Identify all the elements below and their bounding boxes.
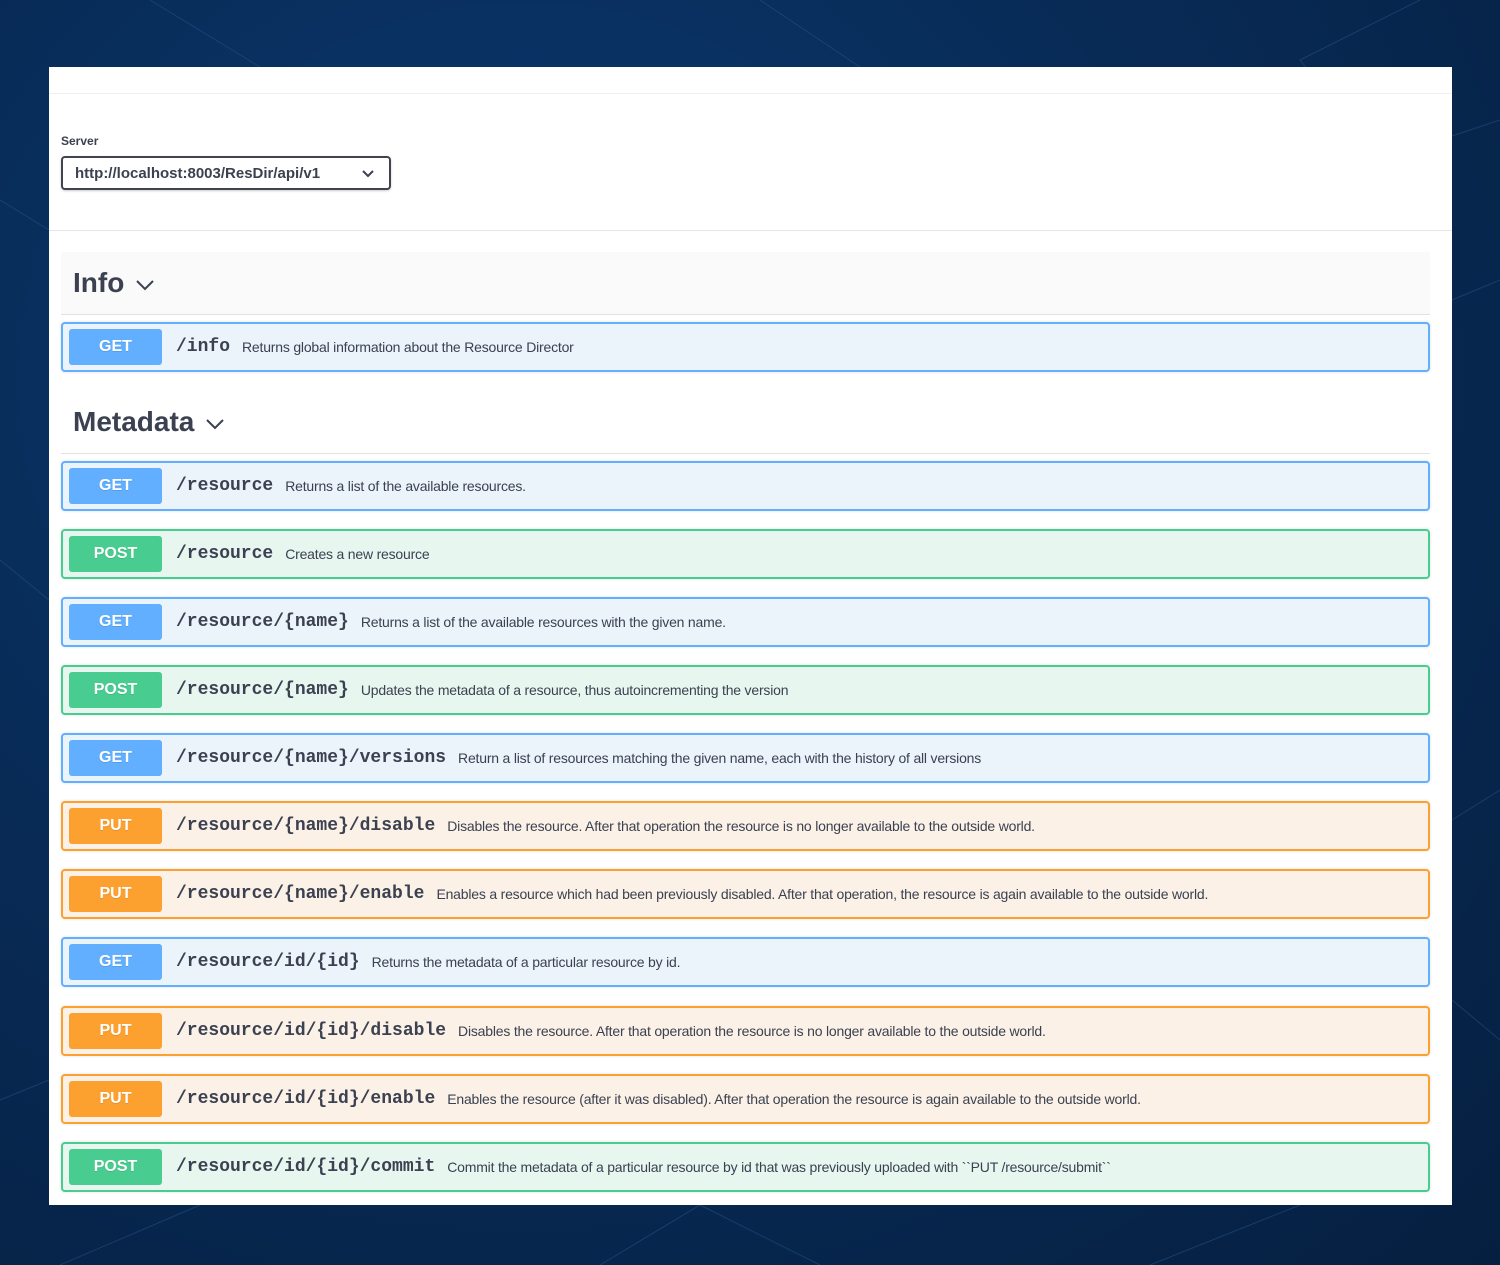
operation-path: /resource/{name}/disable [176, 816, 436, 836]
operation-path: /resource/{name}/enable [176, 884, 425, 904]
operation-put-resource-name-enable[interactable]: PUT /resource/{name}/enable Enables a re… [61, 869, 1430, 919]
operation-description: Updates the metadata of a resource, thus… [360, 682, 789, 698]
operation-description: Enables the resource (after it was disab… [447, 1091, 1141, 1107]
method-badge: GET [69, 944, 162, 980]
chevron-down-icon [136, 280, 155, 291]
operation-put-resource-id-disable[interactable]: PUT /resource/id/{id}/disable Disables t… [61, 1006, 1430, 1056]
method-badge: PUT [69, 1081, 162, 1117]
operation-post-resource[interactable]: POST /resource Creates a new resource [61, 529, 1430, 579]
method-badge: PUT [69, 1013, 162, 1049]
server-section: Server http://localhost:8003/ResDir/api/… [49, 67, 1452, 231]
method-badge: PUT [69, 876, 162, 912]
operation-post-resource-name[interactable]: POST /resource/{name} Updates the metada… [61, 665, 1430, 715]
method-badge: GET [69, 604, 162, 640]
operation-path: /resource/id/{id} [176, 952, 360, 972]
swagger-panel: Server http://localhost:8003/ResDir/api/… [49, 67, 1452, 1205]
operation-description: Returns a list of the available resource… [285, 478, 526, 494]
method-badge: POST [69, 1149, 162, 1185]
chevron-down-icon [362, 170, 374, 178]
section-title: Info [73, 267, 125, 298]
operation-path: /info [176, 337, 231, 357]
operation-description: Return a list of resources matching the … [458, 750, 982, 766]
method-badge: PUT [69, 808, 162, 844]
method-badge: GET [69, 468, 162, 504]
operation-path: /resource/id/{id}/commit [176, 1157, 436, 1177]
operation-description: Commit the metadata of a particular reso… [447, 1159, 1111, 1175]
method-badge: POST [69, 536, 162, 572]
server-select[interactable]: http://localhost:8003/ResDir/api/v1 [61, 156, 391, 190]
operation-description: Enables a resource which had been previo… [436, 886, 1209, 902]
operation-description: Returns the metadata of a particular res… [371, 954, 681, 970]
operation-description: Returns global information about the Res… [242, 339, 574, 355]
operation-get-resource[interactable]: GET /resource Returns a list of the avai… [61, 461, 1430, 511]
operation-path: /resource/{name}/versions [176, 748, 447, 768]
operation-put-resource-id-enable[interactable]: PUT /resource/id/{id}/enable Enables the… [61, 1074, 1430, 1124]
operation-path: /resource/id/{id}/disable [176, 1021, 447, 1041]
operation-post-resource-id-commit[interactable]: POST /resource/id/{id}/commit Commit the… [61, 1142, 1430, 1192]
method-badge: GET [69, 740, 162, 776]
server-label: Server [61, 134, 99, 148]
operation-description: Disables the resource. After that operat… [447, 818, 1035, 834]
server-select-value: http://localhost:8003/ResDir/api/v1 [75, 164, 321, 182]
operation-get-resource-id[interactable]: GET /resource/id/{id} Returns the metada… [61, 937, 1430, 987]
operation-path: /resource/id/{id}/enable [176, 1089, 436, 1109]
operation-get-resource-name[interactable]: GET /resource/{name} Returns a list of t… [61, 597, 1430, 647]
operation-put-resource-name-disable[interactable]: PUT /resource/{name}/disable Disables th… [61, 801, 1430, 851]
operation-description: Returns a list of the available resource… [360, 614, 726, 630]
operation-path: /resource/{name} [176, 680, 349, 700]
method-badge: GET [69, 329, 162, 365]
section-title: Metadata [73, 406, 195, 437]
section-header-info[interactable]: Info [61, 252, 1430, 315]
operation-description: Creates a new resource [285, 546, 430, 562]
section-header-metadata[interactable]: Metadata [61, 391, 1430, 454]
operation-get-resource-name-versions[interactable]: GET /resource/{name}/versions Return a l… [61, 733, 1430, 783]
operation-get-info[interactable]: GET /info Returns global information abo… [61, 322, 1430, 372]
method-badge: POST [69, 672, 162, 708]
operation-path: /resource [176, 476, 274, 496]
chevron-down-icon [206, 419, 225, 430]
operation-description: Disables the resource. After that operat… [458, 1023, 1046, 1039]
operation-path: /resource/{name} [176, 612, 349, 632]
operation-path: /resource [176, 544, 274, 564]
